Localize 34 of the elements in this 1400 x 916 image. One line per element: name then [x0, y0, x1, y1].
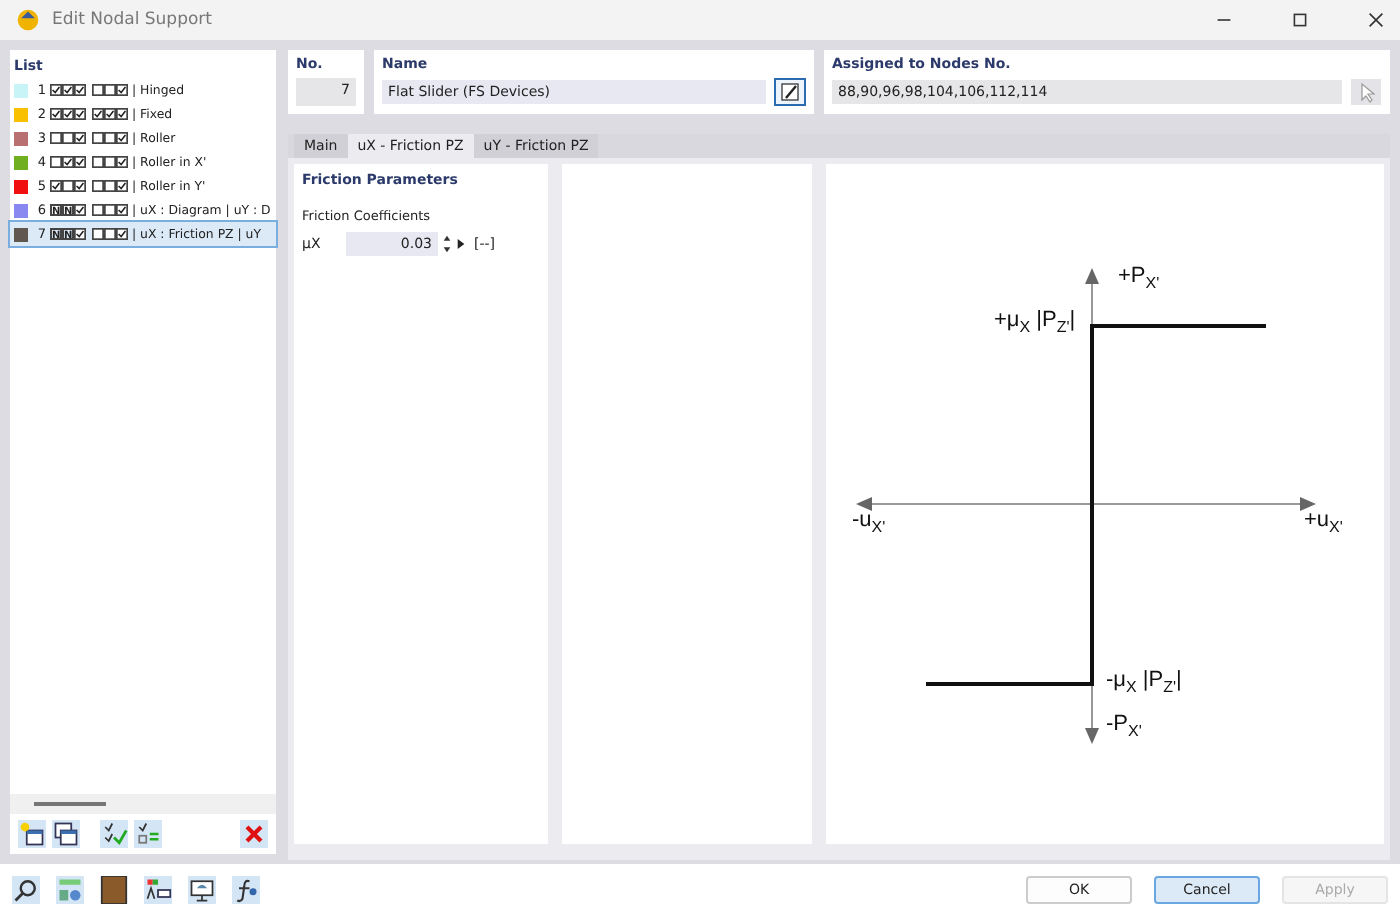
color-icon[interactable]	[100, 876, 128, 904]
close-icon[interactable]	[1368, 12, 1384, 28]
axis-label: +u$_{X'}$	[1304, 508, 1343, 537]
spinner-icon[interactable]	[442, 234, 452, 254]
axis-label: -u$_{X'}$	[852, 508, 886, 537]
select-pointer-icon[interactable]	[1350, 78, 1382, 106]
new-icon[interactable]	[18, 820, 46, 848]
display-icon[interactable]	[188, 876, 216, 904]
checkbox-checked-icon	[116, 84, 128, 96]
axis-label: +P$_{X'}$	[1118, 264, 1160, 293]
axis-label: -μ$_{X}$ |P$_{Z'}$|	[1106, 668, 1182, 697]
checkbox-checked-icon	[74, 228, 86, 240]
axis-label: -P$_{X'}$	[1106, 712, 1142, 741]
edit-icon[interactable]	[774, 78, 806, 106]
window-title: Edit Nodal Support	[52, 10, 212, 30]
uncheck-icon[interactable]	[134, 820, 162, 848]
checkbox-checked-icon	[50, 180, 62, 192]
checkbox-checked-icon	[116, 180, 128, 192]
magnifier-icon[interactable]	[12, 876, 40, 904]
copy-icon[interactable]	[52, 820, 80, 848]
axis-label: +μ$_{X}$ |P$_{Z'}$|	[994, 308, 1076, 337]
checkbox-checked-icon	[116, 228, 128, 240]
checkbox-checked-icon	[116, 156, 128, 168]
checkbox-checked-icon	[116, 132, 128, 144]
maximize-icon[interactable]	[1292, 12, 1308, 28]
play-icon[interactable]	[456, 234, 466, 254]
checkbox-checked-icon	[74, 204, 86, 216]
app-icon	[16, 8, 40, 32]
checkbox-checked-icon	[74, 180, 86, 192]
function-icon[interactable]	[232, 876, 260, 904]
delete-icon[interactable]	[240, 820, 268, 848]
checkbox-checked-icon	[116, 204, 128, 216]
checkbox-checked-icon	[74, 132, 86, 144]
check-all-icon[interactable]	[100, 820, 128, 848]
